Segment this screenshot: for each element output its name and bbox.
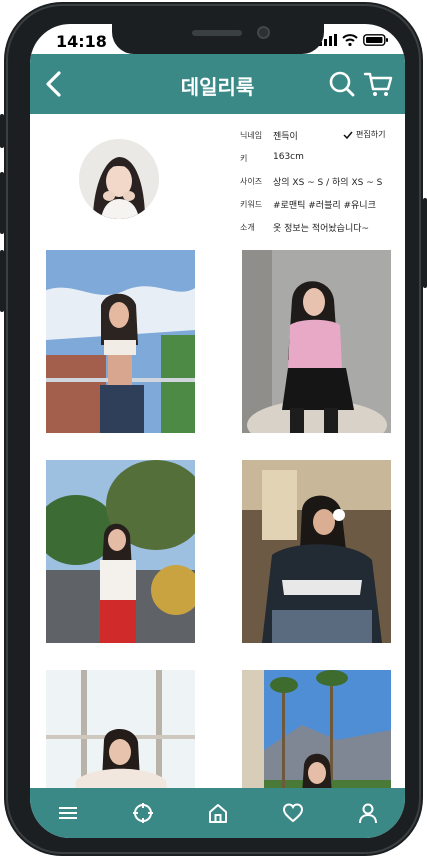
search-button[interactable] <box>326 68 358 100</box>
phone-frame: 14:18 데일리룩 닉네임 젠득이 키 163cm 사이즈 상의 XS ~ S… <box>0 2 427 856</box>
wifi-icon <box>342 34 358 46</box>
side-button <box>0 250 4 312</box>
photo-card[interactable] <box>242 460 391 643</box>
cart-button[interactable] <box>362 68 394 100</box>
info-value: 163cm <box>273 152 304 162</box>
tab-favorites[interactable] <box>278 798 308 828</box>
profile-section: 닉네임 젠득이 키 163cm 사이즈 상의 XS ~ S / 하의 XS ~ … <box>30 114 405 244</box>
edit-label: 편집하기 <box>356 130 386 139</box>
info-value: 젠득이 <box>273 132 298 142</box>
heart-icon <box>282 803 303 823</box>
info-row-intro: 소개 옷 정보는 적어놨습니다~ <box>240 220 400 243</box>
tab-profile[interactable] <box>353 798 383 828</box>
photo-card[interactable] <box>242 670 391 788</box>
tab-menu[interactable] <box>53 798 83 828</box>
front-camera <box>257 26 270 39</box>
tab-explore[interactable] <box>128 798 158 828</box>
app-header: 데일리룩 <box>30 54 405 114</box>
info-label: 사이즈 <box>240 177 263 186</box>
cart-icon <box>363 72 393 96</box>
info-row-keywords: 키워드 #로맨틱 #러블리 #유니크 <box>240 197 400 220</box>
side-button <box>0 114 4 148</box>
info-value: 상의 XS ~ S / 하의 XS ~ S <box>273 178 383 188</box>
info-label: 키 <box>240 154 248 163</box>
side-button <box>423 198 427 288</box>
side-button <box>0 172 4 234</box>
tab-home[interactable] <box>203 798 233 828</box>
search-icon <box>329 71 355 97</box>
edit-profile-button[interactable]: 편집하기 <box>343 129 385 140</box>
battery-icon <box>363 34 388 46</box>
check-icon <box>343 131 353 139</box>
notch <box>112 24 324 54</box>
info-row-size: 사이즈 상의 XS ~ S / 하의 XS ~ S <box>240 174 400 197</box>
info-label: 키워드 <box>240 200 263 209</box>
speaker <box>192 30 242 36</box>
photo-card[interactable] <box>46 460 195 643</box>
user-icon <box>358 803 377 824</box>
photo-grid <box>30 250 405 788</box>
menu-icon <box>58 807 77 819</box>
photo-card[interactable] <box>242 250 391 433</box>
status-time: 14:18 <box>56 32 107 51</box>
info-row-height: 키 163cm <box>240 151 400 174</box>
photo-card[interactable] <box>46 670 195 788</box>
avatar <box>79 139 159 219</box>
info-value: #로맨틱 #러블리 #유니크 <box>273 201 376 211</box>
status-icons <box>319 34 389 46</box>
profile-info: 닉네임 젠득이 키 163cm 사이즈 상의 XS ~ S / 하의 XS ~ … <box>240 128 400 243</box>
explore-icon <box>132 803 153 823</box>
info-label: 소개 <box>240 223 255 232</box>
bottom-tab-bar <box>30 788 405 838</box>
photo-card[interactable] <box>46 250 195 433</box>
info-label: 닉네임 <box>240 131 263 140</box>
screen: 14:18 데일리룩 닉네임 젠득이 키 163cm 사이즈 상의 XS ~ S… <box>30 24 405 838</box>
home-icon <box>208 804 227 823</box>
info-value: 옷 정보는 적어놨습니다~ <box>273 224 370 234</box>
